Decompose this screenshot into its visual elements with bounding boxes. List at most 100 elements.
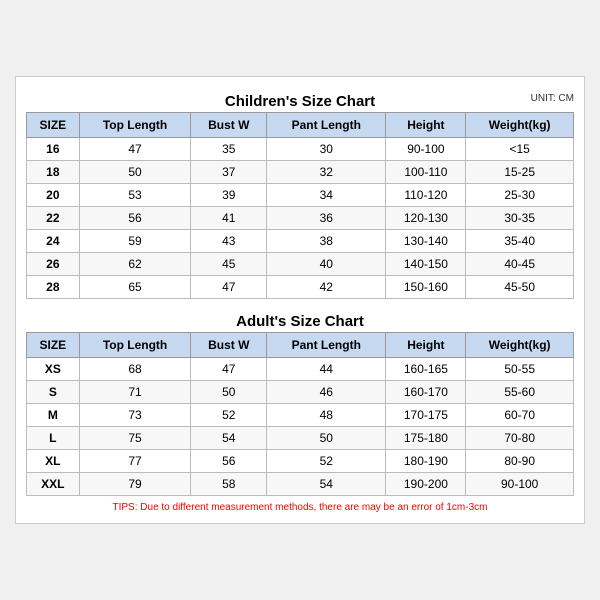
- table-cell: 24: [27, 230, 80, 253]
- table-row: 24594338130-14035-40: [27, 230, 574, 253]
- unit-label: UNIT: CM: [531, 93, 574, 104]
- table-cell: 44: [267, 358, 386, 381]
- table-cell: 28: [27, 276, 80, 299]
- table-cell: 52: [267, 450, 386, 473]
- table-cell: 110-120: [386, 184, 466, 207]
- table-cell: 80-90: [466, 450, 574, 473]
- table-cell: 42: [267, 276, 386, 299]
- table-row: 22564136120-13030-35: [27, 207, 574, 230]
- table-cell: M: [27, 404, 80, 427]
- table-cell: 56: [191, 450, 267, 473]
- tips-text: TIPS: Due to different measurement metho…: [26, 502, 574, 513]
- table-cell: S: [27, 381, 80, 404]
- table-cell: 77: [79, 450, 191, 473]
- table-cell: 35: [191, 138, 267, 161]
- table-cell: 130-140: [386, 230, 466, 253]
- adults-table: SIZE Top Length Bust W Pant Length Heigh…: [26, 332, 574, 496]
- chart-container: Children's Size Chart UNIT: CM SIZE Top …: [15, 76, 585, 524]
- children-table: SIZE Top Length Bust W Pant Length Heigh…: [26, 112, 574, 299]
- children-title: Children's Size Chart: [225, 93, 375, 110]
- table-cell: 25-30: [466, 184, 574, 207]
- table-cell: 47: [79, 138, 191, 161]
- table-row: XS684744160-16550-55: [27, 358, 574, 381]
- table-cell: 160-165: [386, 358, 466, 381]
- table-cell: XXL: [27, 473, 80, 496]
- table-cell: 50: [191, 381, 267, 404]
- table-cell: 73: [79, 404, 191, 427]
- children-section-title: Children's Size Chart UNIT: CM: [26, 87, 574, 112]
- adults-col-bustw: Bust W: [191, 333, 267, 358]
- table-row: XXL795854190-20090-100: [27, 473, 574, 496]
- table-cell: 190-200: [386, 473, 466, 496]
- table-row: 20533934110-12025-30: [27, 184, 574, 207]
- table-cell: 47: [191, 358, 267, 381]
- table-cell: 54: [267, 473, 386, 496]
- table-cell: 150-160: [386, 276, 466, 299]
- table-cell: 56: [79, 207, 191, 230]
- table-cell: 45: [191, 253, 267, 276]
- table-cell: 55-60: [466, 381, 574, 404]
- table-row: 28654742150-16045-50: [27, 276, 574, 299]
- table-cell: 46: [267, 381, 386, 404]
- table-cell: 180-190: [386, 450, 466, 473]
- table-cell: 70-80: [466, 427, 574, 450]
- table-cell: 100-110: [386, 161, 466, 184]
- children-header-row: SIZE Top Length Bust W Pant Length Heigh…: [27, 113, 574, 138]
- table-cell: 38: [267, 230, 386, 253]
- table-cell: 58: [191, 473, 267, 496]
- children-col-bustw: Bust W: [191, 113, 267, 138]
- table-cell: 37: [191, 161, 267, 184]
- children-col-weight: Weight(kg): [466, 113, 574, 138]
- table-cell: 32: [267, 161, 386, 184]
- table-cell: 40-45: [466, 253, 574, 276]
- children-col-size: SIZE: [27, 113, 80, 138]
- table-cell: L: [27, 427, 80, 450]
- table-cell: 34: [267, 184, 386, 207]
- table-cell: 90-100: [386, 138, 466, 161]
- table-row: S715046160-17055-60: [27, 381, 574, 404]
- table-cell: 26: [27, 253, 80, 276]
- table-cell: 52: [191, 404, 267, 427]
- table-cell: 41: [191, 207, 267, 230]
- table-cell: 48: [267, 404, 386, 427]
- table-cell: 36: [267, 207, 386, 230]
- adults-col-pantlength: Pant Length: [267, 333, 386, 358]
- adults-header-row: SIZE Top Length Bust W Pant Length Heigh…: [27, 333, 574, 358]
- table-row: 1647353090-100<15: [27, 138, 574, 161]
- adults-col-toplength: Top Length: [79, 333, 191, 358]
- table-cell: 60-70: [466, 404, 574, 427]
- table-cell: 16: [27, 138, 80, 161]
- table-row: 18503732100-11015-25: [27, 161, 574, 184]
- table-cell: 20: [27, 184, 80, 207]
- table-cell: 175-180: [386, 427, 466, 450]
- table-cell: 30-35: [466, 207, 574, 230]
- adults-col-size: SIZE: [27, 333, 80, 358]
- children-col-toplength: Top Length: [79, 113, 191, 138]
- table-cell: 22: [27, 207, 80, 230]
- table-cell: 71: [79, 381, 191, 404]
- table-cell: 65: [79, 276, 191, 299]
- table-cell: 43: [191, 230, 267, 253]
- table-cell: 53: [79, 184, 191, 207]
- table-cell: 75: [79, 427, 191, 450]
- table-cell: 54: [191, 427, 267, 450]
- table-cell: 79: [79, 473, 191, 496]
- adults-title: Adult's Size Chart: [236, 313, 364, 330]
- adults-col-weight: Weight(kg): [466, 333, 574, 358]
- table-cell: 160-170: [386, 381, 466, 404]
- table-cell: 15-25: [466, 161, 574, 184]
- table-cell: 62: [79, 253, 191, 276]
- table-row: XL775652180-19080-90: [27, 450, 574, 473]
- children-col-pantlength: Pant Length: [267, 113, 386, 138]
- table-cell: XL: [27, 450, 80, 473]
- table-cell: 35-40: [466, 230, 574, 253]
- table-cell: 50-55: [466, 358, 574, 381]
- table-cell: 90-100: [466, 473, 574, 496]
- children-col-height: Height: [386, 113, 466, 138]
- table-cell: XS: [27, 358, 80, 381]
- table-cell: 120-130: [386, 207, 466, 230]
- table-cell: 30: [267, 138, 386, 161]
- adults-col-height: Height: [386, 333, 466, 358]
- table-cell: 45-50: [466, 276, 574, 299]
- table-cell: 170-175: [386, 404, 466, 427]
